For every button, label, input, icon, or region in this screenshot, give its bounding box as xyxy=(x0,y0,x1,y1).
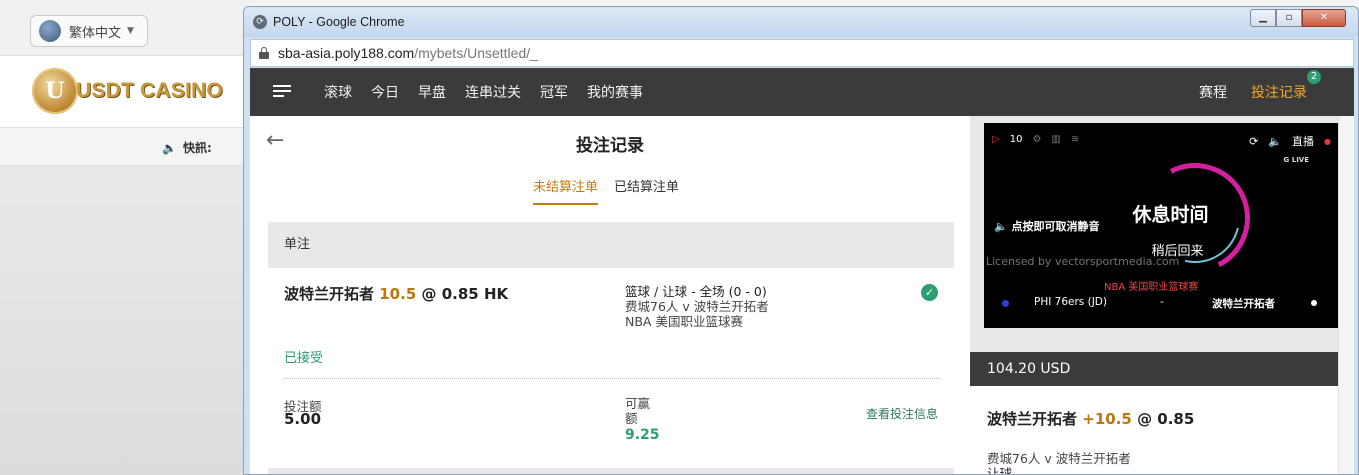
video-controls-right: ⟳ 🔈 直播 ● xyxy=(1249,133,1331,149)
right-column: ▷ 10 ⚙ ▥ ≋ ⟳ 🔈 直播 ● G LIVE 🔈 点按即可取消静音 休息… xyxy=(970,116,1354,475)
nav-right: 赛程 投注记录 2 xyxy=(1199,68,1354,116)
bet-selection: 波特兰开拓者 10.5 @ 0.85 HK xyxy=(284,283,508,304)
window-title: POLY - Google Chrome xyxy=(273,15,405,29)
bet-market: 篮球 / 让球 - 全场 (0 - 0) xyxy=(625,284,767,299)
tab-settled[interactable]: 已结算注单 xyxy=(614,176,679,205)
window-controls: ▁ ▫ ✕ xyxy=(1250,9,1346,27)
nav-item-early[interactable]: 早盘 xyxy=(418,82,446,102)
bet-team: 波特兰开拓者 xyxy=(284,285,375,303)
team-a-name: PHI 76ers (JD) xyxy=(1034,296,1107,308)
url-domain: sba-asia.poly188.com xyxy=(278,45,415,61)
speaker-icon: 🔈 xyxy=(162,140,177,155)
site-favicon-icon: ⟳ xyxy=(253,15,267,29)
refresh-icon[interactable]: ⟳ xyxy=(1249,135,1258,148)
section-header-single: 单注 xyxy=(268,222,954,268)
chevron-down-icon: ▼ xyxy=(127,26,134,36)
slip-handicap: +10.5 xyxy=(1082,410,1132,428)
url-path: /mybets/Unsettled/_ xyxy=(414,45,538,61)
audio-wave-icon[interactable]: ≋ xyxy=(1071,134,1079,145)
court-icon[interactable]: ⚙ xyxy=(1032,134,1041,145)
slip-at: @ xyxy=(1137,410,1153,428)
scrollbar[interactable] xyxy=(1338,116,1354,474)
nav-item-live[interactable]: 滚球 xyxy=(324,82,352,102)
bet-count-badge: 2 xyxy=(1307,70,1321,84)
balance-header: 104.20 USD xyxy=(970,352,1338,386)
score-dash: - xyxy=(1160,296,1164,308)
language-label: 繁体中文 xyxy=(69,25,122,41)
live-stream-icon[interactable]: ▷ xyxy=(992,134,1000,145)
slip-team: 波特兰开拓者 xyxy=(987,410,1078,428)
stats-icon[interactable]: ▥ xyxy=(1051,134,1060,145)
nav-items: 滚球 今日 早盘 连串过关 冠军 我的赛事 xyxy=(324,68,662,116)
maximize-button[interactable]: ▫ xyxy=(1276,9,1302,27)
nav-item-schedule[interactable]: 赛程 xyxy=(1199,82,1227,102)
bet-records-panel: ← 投注记录 未结算注单 已结算注单 单注 波特兰开拓者 10.5 @ 0.85… xyxy=(250,116,970,474)
live-video-player[interactable]: ▷ 10 ⚙ ▥ ≋ ⟳ 🔈 直播 ● G LIVE 🔈 点按即可取消静音 休息… xyxy=(984,123,1339,328)
video-controls-left: ▷ 10 ⚙ ▥ ≋ xyxy=(992,134,1079,145)
nav-item-today[interactable]: 今日 xyxy=(371,82,399,102)
browser-window: ⟳ POLY - Google Chrome ▁ ▫ ✕ sba-asia.po… xyxy=(243,6,1359,475)
news-label: 🔈 快訊: xyxy=(162,139,212,156)
divider xyxy=(284,378,939,379)
bet-handicap: 10.5 xyxy=(379,285,417,303)
lock-icon xyxy=(259,47,269,59)
win-label: 可赢额 xyxy=(625,396,651,426)
close-button[interactable]: ✕ xyxy=(1302,9,1346,27)
slip-selection: 波特兰开拓者 +10.5 @ 0.85 xyxy=(987,408,1194,429)
language-select[interactable]: 繁体中文 ▼ xyxy=(30,15,148,47)
nav-item-my-events[interactable]: 我的赛事 xyxy=(587,82,643,102)
win-value: 9.25 xyxy=(625,427,660,443)
team-b-color-dot xyxy=(1311,300,1317,306)
title-bar[interactable]: ⟳ POLY - Google Chrome ▁ ▫ ✕ xyxy=(244,7,1358,37)
live-label[interactable]: 直播 xyxy=(1292,133,1314,149)
team-b-name: 波特兰开拓者 xyxy=(1212,298,1275,310)
top-nav: 滚球 今日 早盘 连串过关 冠军 我的赛事 赛程 投注记录 2 xyxy=(250,68,1354,116)
url-text[interactable]: sba-asia.poly188.com/mybets/Unsettled/_ xyxy=(278,45,538,61)
score-toggle[interactable]: 10 xyxy=(1010,134,1023,145)
bet-match: 费城76人 v 波特兰开拓者 xyxy=(625,299,769,314)
globe-icon xyxy=(39,20,61,42)
background-lower xyxy=(0,166,248,475)
bet-card: 波特兰开拓者 10.5 @ 0.85 HK 篮球 / 让球 - 全场 (0 - … xyxy=(268,268,954,468)
live-dot-icon: ● xyxy=(1324,136,1331,146)
stake-value: 5.00 xyxy=(284,410,322,428)
bet-records-label: 投注记录 xyxy=(1251,85,1307,101)
bet-market-info: 篮球 / 让球 - 全场 (0 - 0) 费城76人 v 波特兰开拓者 NBA … xyxy=(625,284,769,329)
glive-logo: G LIVE xyxy=(1283,156,1309,164)
bet-league: NBA 美国职业篮球赛 xyxy=(625,314,743,329)
view-bet-info-link[interactable]: 查看投注信息 xyxy=(866,405,938,422)
nav-item-bet-records[interactable]: 投注记录 2 xyxy=(1251,70,1321,102)
video-league-label: NBA 美国职业篮球赛 xyxy=(1104,282,1199,293)
page-title: 投注记录 xyxy=(576,136,644,156)
check-circle-icon: ✓ xyxy=(921,284,938,301)
next-section-strip xyxy=(268,468,954,474)
bet-slip: 波特兰开拓者 +10.5 @ 0.85 费城76人 v 波特兰开拓者 让球 xyxy=(970,386,1338,475)
bet-tabs: 未结算注单 已结算注单 xyxy=(533,176,695,205)
break-title: 休息时间 xyxy=(1132,204,1209,226)
license-watermark: Licensed by vectorsportmedia.com xyxy=(986,255,1180,268)
bet-odds: 0.85 HK xyxy=(441,285,509,303)
hamburger-menu-icon[interactable] xyxy=(273,85,291,98)
minimize-button[interactable]: ▁ xyxy=(1250,9,1276,27)
casino-logo[interactable]: U USDT CASINO xyxy=(32,68,223,114)
bet-at: @ xyxy=(421,285,437,303)
bet-status: 已接受 xyxy=(284,351,324,366)
team-a-color-dot xyxy=(1002,300,1009,307)
casino-logo-text: USDT CASINO xyxy=(76,79,223,102)
page-content: 滚球 今日 早盘 连串过关 冠军 我的赛事 赛程 投注记录 2 ← 投注记录 未… xyxy=(250,68,1354,475)
coin-logo-icon: U xyxy=(32,68,78,114)
news-label-text: 快訊: xyxy=(182,141,212,155)
slip-odds: 0.85 xyxy=(1157,410,1195,428)
address-bar[interactable]: sba-asia.poly188.com/mybets/Unsettled/_ xyxy=(250,39,1354,67)
slip-market: 让球 xyxy=(987,466,1013,475)
nav-item-outright[interactable]: 冠军 xyxy=(540,82,568,102)
language-bar: 繁体中文 ▼ xyxy=(0,0,248,56)
tab-unsettled[interactable]: 未结算注单 xyxy=(533,176,599,205)
scoreboard-row: PHI 76ers (JD) - 波特兰开拓者 xyxy=(984,295,1339,313)
volume-mute-icon[interactable]: 🔈 xyxy=(1268,135,1282,148)
nav-item-parlay[interactable]: 连串过关 xyxy=(465,82,521,102)
